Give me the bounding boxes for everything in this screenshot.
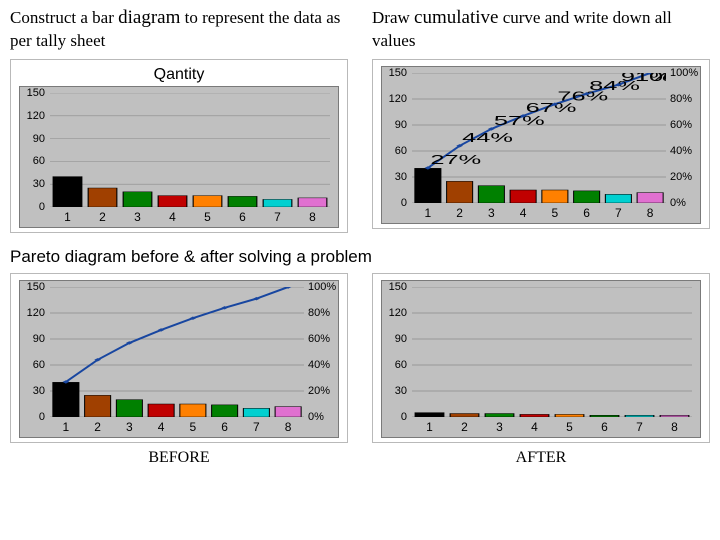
chart1: 030609012015012345678 <box>19 86 339 228</box>
svg-text:27%: 27% <box>430 153 481 167</box>
caption-after: AFTER <box>372 449 710 467</box>
bottom-left-cell: 03060901201500%20%40%60%80%100%12345678 … <box>10 273 348 467</box>
svg-text:44%: 44% <box>462 131 513 145</box>
chart1-title: Qantity <box>19 66 339 84</box>
svg-text:57%: 57% <box>494 114 545 128</box>
bottom-right-cell: 030609012015012345678 AFTER <box>372 273 710 467</box>
chart3: 03060901201500%20%40%60%80%100%12345678 <box>19 280 339 438</box>
heading-before-after: Pareto diagram before & after solving a … <box>10 247 710 267</box>
chart4-frame: 030609012015012345678 <box>372 273 710 443</box>
slide: Construct a bar diagram to represent the… <box>0 0 720 540</box>
chart4: 030609012015012345678 <box>381 280 701 438</box>
chart1-frame: Qantity 030609012015012345678 <box>10 59 348 233</box>
chart3-frame: 03060901201500%20%40%60%80%100%12345678 <box>10 273 348 443</box>
chart2-frame: 27%44%57%67%76%84%91%100%100%03060901201… <box>372 59 710 229</box>
top-right-cell: Draw cumulative curve and write down all… <box>372 6 710 233</box>
svg-text:100%: 100% <box>635 73 666 84</box>
caption-before: BEFORE <box>10 449 348 467</box>
heading-cumulative: Draw cumulative curve and write down all… <box>372 6 710 51</box>
top-left-cell: Construct a bar diagram to represent the… <box>10 6 348 233</box>
heading-bar-diagram: Construct a bar diagram to represent the… <box>10 6 348 51</box>
chart2: 27%44%57%67%76%84%91%100%100%03060901201… <box>381 66 701 224</box>
